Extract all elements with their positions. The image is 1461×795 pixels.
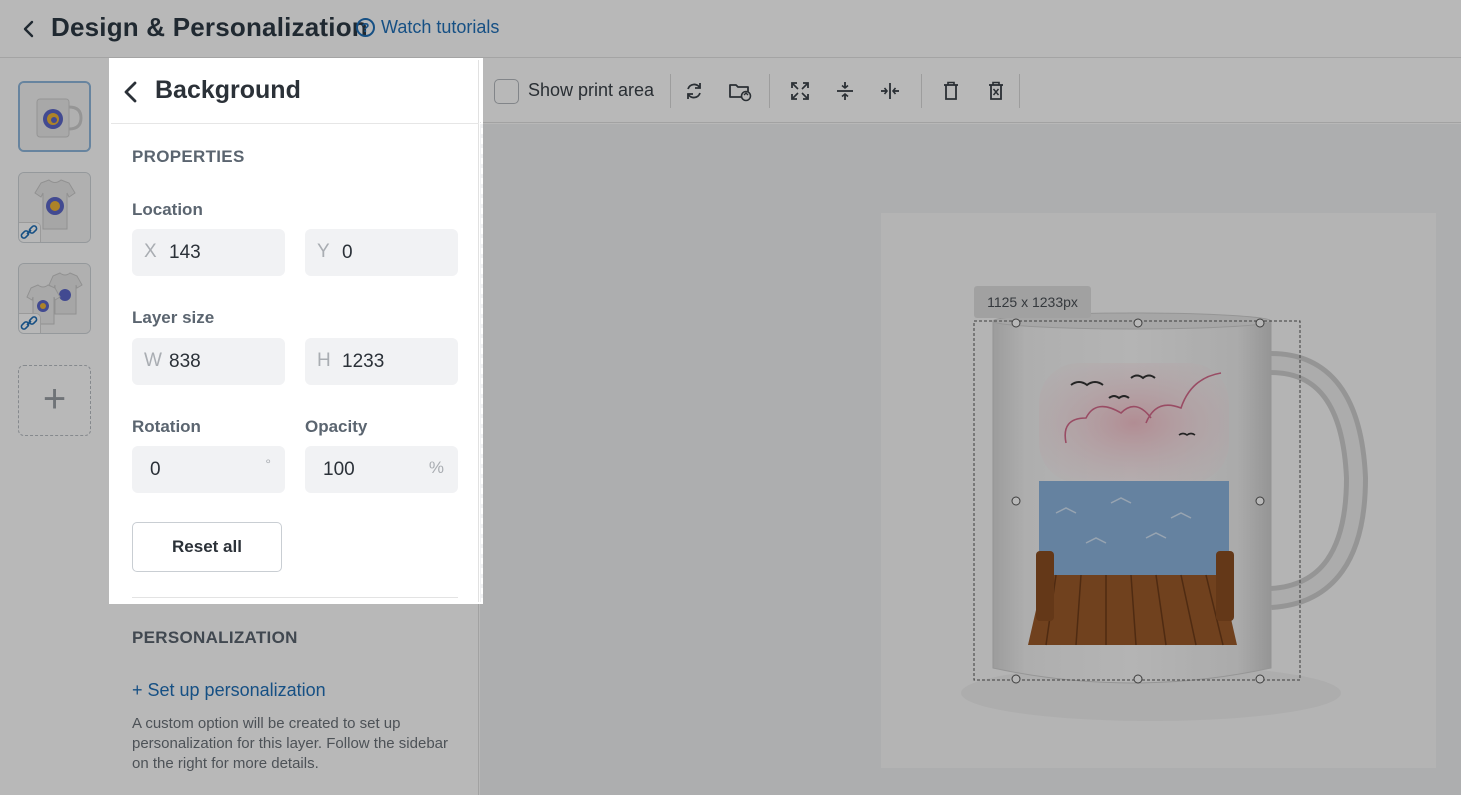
layer-width-input[interactable]: W 838: [132, 338, 285, 385]
x-prefix: X: [144, 241, 157, 262]
personalization-heading: PERSONALIZATION: [132, 628, 298, 647]
layer-width-value: 838: [169, 351, 201, 372]
properties-heading: PROPERTIES: [132, 147, 245, 166]
panel-header: Background: [111, 59, 479, 124]
set-up-personalization-link[interactable]: + Set up personalization: [132, 680, 326, 701]
h-prefix: H: [317, 350, 331, 371]
link-icon: [20, 225, 38, 239]
page-header: Design & Personalization ? Watch tutoria…: [0, 0, 1461, 58]
delete-layer-button[interactable]: [936, 76, 966, 106]
rotate-button[interactable]: [679, 76, 709, 106]
mug-mockup: 1125 x 1233px: [881, 213, 1436, 768]
plus-icon: +: [42, 377, 67, 421]
page-title: Design & Personalization: [51, 12, 368, 42]
tshirt-pair-thumbnail[interactable]: [18, 263, 91, 334]
location-label: Location: [132, 200, 203, 219]
opacity-value: 100: [323, 459, 355, 480]
panel-back-icon[interactable]: [119, 79, 143, 105]
toolbar-divider: [1019, 74, 1020, 108]
location-y-value: 0: [342, 242, 353, 263]
align-vertical-center-icon: [837, 82, 853, 100]
toolbar-divider: [769, 74, 770, 108]
mug-thumbnail[interactable]: [18, 81, 91, 152]
layer-dimension-tag: 1125 x 1233px: [974, 286, 1091, 318]
linked-badge: [19, 313, 41, 333]
tshirt-thumbnail[interactable]: [18, 172, 91, 243]
clear-all-icon: [989, 81, 1003, 100]
delete-layer-icon: [944, 81, 958, 100]
w-prefix: W: [144, 350, 162, 371]
location-x-value: 143: [169, 242, 201, 263]
watch-tutorials-label: Watch tutorials: [381, 17, 500, 37]
opacity-input[interactable]: 100 %: [305, 446, 458, 493]
toolbar-divider: [921, 74, 922, 108]
rotate-icon: [687, 83, 701, 99]
rotation-input[interactable]: 0 °: [132, 446, 285, 493]
layer-height-value: 1233: [342, 351, 385, 372]
replace-image-icon: [729, 84, 752, 102]
canvas-toolbar: Show print area: [480, 59, 1461, 123]
linked-badge: [19, 222, 41, 242]
link-icon: [20, 316, 38, 330]
layer-properties-panel: Background PROPERTIES Location X 143 Y 0…: [111, 59, 479, 795]
location-x-input[interactable]: X 143: [132, 229, 285, 276]
layer-size-label: Layer size: [132, 308, 215, 327]
mug-thumbnail-image: [20, 83, 89, 150]
watch-tutorials-link[interactable]: ? Watch tutorials: [356, 17, 499, 38]
align-horizontal-center-icon: [881, 83, 899, 99]
panel-title: Background: [155, 76, 301, 104]
rotation-value: 0: [150, 459, 161, 480]
rotation-label: Rotation: [132, 417, 201, 436]
section-divider: [132, 597, 458, 598]
layer-height-input[interactable]: H 1233: [305, 338, 458, 385]
design-canvas[interactable]: 1125 x 1233px: [480, 124, 1461, 795]
reset-all-button[interactable]: Reset all: [132, 522, 282, 572]
percent-unit: %: [428, 458, 444, 477]
opacity-label: Opacity: [305, 417, 368, 436]
show-print-area-checkbox[interactable]: [494, 79, 519, 104]
help-circle-icon: ?: [356, 18, 375, 37]
degree-unit: °: [265, 456, 271, 472]
mockup-thumbnail-column: +: [0, 59, 110, 795]
mug-mockup-image: [961, 312, 1369, 721]
toolbar-divider: [670, 74, 671, 108]
location-y-input[interactable]: Y 0: [305, 229, 458, 276]
personalization-help-text: A custom option will be created to set u…: [132, 715, 448, 772]
align-horizontal-center-button[interactable]: [875, 76, 905, 106]
y-prefix: Y: [317, 241, 330, 262]
add-mockup-button[interactable]: +: [18, 365, 91, 436]
fit-to-print-area-button[interactable]: [785, 76, 815, 106]
show-print-area-label: Show print area: [528, 80, 655, 100]
replace-image-button[interactable]: [725, 76, 755, 106]
clear-all-button[interactable]: [981, 76, 1011, 106]
align-vertical-center-button[interactable]: [830, 76, 860, 106]
back-arrow-icon[interactable]: [18, 18, 40, 40]
fit-to-print-area-icon: [791, 82, 809, 100]
